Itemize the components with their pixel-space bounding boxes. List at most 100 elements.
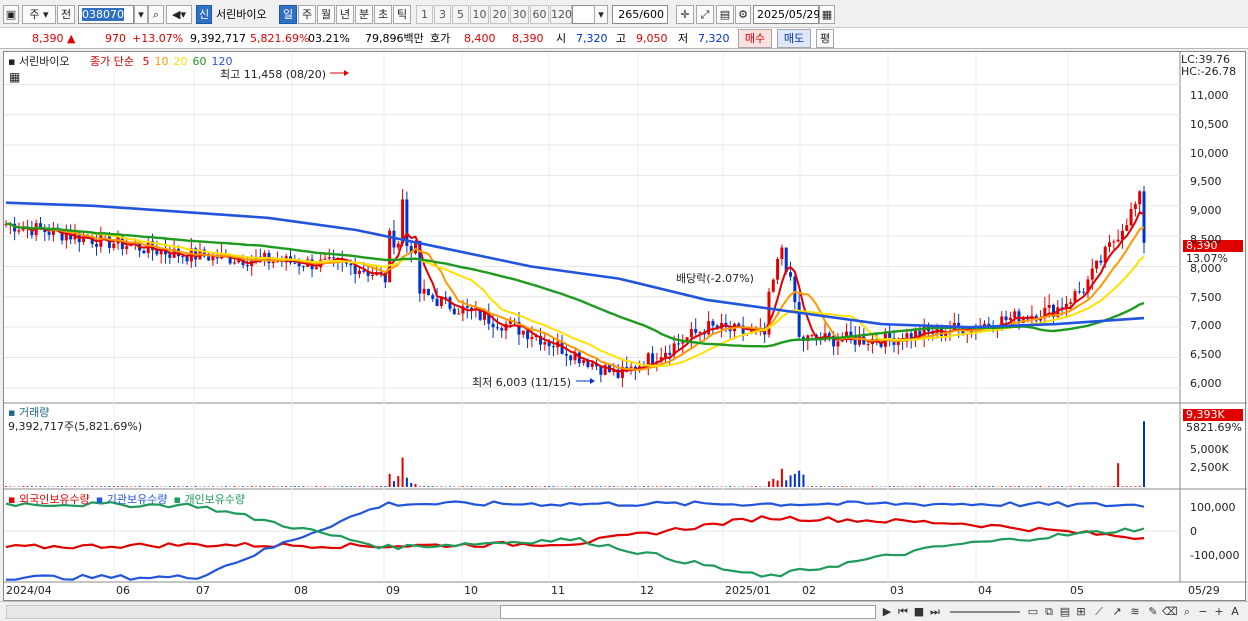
volume-bar <box>552 486 555 487</box>
volume-bar <box>272 486 275 487</box>
settings-icon[interactable]: ⚙ <box>735 5 751 24</box>
draw-icon[interactable]: ✎ <box>1146 605 1160 619</box>
scrollbar-thumb[interactable] <box>500 605 876 619</box>
volume-bar <box>970 486 973 487</box>
sound-icon[interactable]: ◀▾ <box>166 5 192 24</box>
interval-button[interactable]: 10 <box>470 5 489 24</box>
price-tick-label: 6,500 <box>1190 348 1222 362</box>
stop-icon[interactable]: ■ <box>912 605 926 619</box>
volume-bar <box>233 486 236 487</box>
candle-body <box>707 321 711 335</box>
candle-body <box>582 360 586 364</box>
volume-bar <box>134 486 137 487</box>
fibo-icon[interactable]: ≋ <box>1128 605 1142 619</box>
stock-name-label: 서린바이오 <box>18 55 70 68</box>
volume-bar <box>772 478 775 487</box>
prev-button[interactable]: 전 <box>57 5 75 24</box>
candle-body <box>689 329 693 338</box>
bottom-toolbar: ▶ ⏮ ■ ⏭ ▭ ⧉ ▤ ⊞ ⟋ ↗ ≋ ✎ ⌫ ⌕ − + A <box>0 601 1248 621</box>
volume-bar <box>414 484 417 487</box>
volume-bar <box>461 486 464 487</box>
scroll-right-icon[interactable]: ▶ <box>880 605 894 619</box>
period-label: 주 <box>29 8 40 21</box>
candle-body <box>353 265 357 274</box>
buy-button[interactable]: 매수 <box>738 29 772 48</box>
volume-bar <box>974 486 977 487</box>
period-button[interactable]: 초 <box>374 5 392 24</box>
chart-canvas[interactable] <box>4 52 1247 602</box>
copy-icon[interactable]: ⧉ <box>1042 605 1056 619</box>
interval-button[interactable]: 5 <box>452 5 469 24</box>
holdings-legend-item: 기관보유수량 <box>106 493 168 506</box>
period-button[interactable]: 년 <box>336 5 354 24</box>
trend-icon[interactable]: ⟋ <box>1092 605 1106 619</box>
volume-bar <box>173 486 176 487</box>
holdings-line <box>5 500 1145 581</box>
candle-body <box>1099 260 1103 263</box>
candle-body <box>1133 204 1137 209</box>
volume-bar <box>750 486 753 487</box>
candle-body <box>323 258 327 260</box>
code-input[interactable]: 038070 <box>78 5 134 24</box>
period-button[interactable]: 분 <box>355 5 373 24</box>
candle-body <box>789 272 793 277</box>
scroll-first-icon[interactable]: ⏮ <box>896 605 910 619</box>
period-button[interactable]: 월 <box>317 5 335 24</box>
interval-button[interactable]: 20 <box>490 5 509 24</box>
candle-body <box>681 342 685 344</box>
zoom-out-icon[interactable]: − <box>1196 605 1210 619</box>
candle-body <box>530 337 534 340</box>
candle-body <box>1108 242 1112 247</box>
volume-bar <box>1082 486 1085 487</box>
calendar-icon[interactable]: ▦ <box>819 5 835 24</box>
period-select[interactable]: 주 ▾ <box>22 5 56 24</box>
interval-button[interactable]: 30 <box>510 5 529 24</box>
split-icon[interactable]: ▤ <box>1058 605 1072 619</box>
save-icon[interactable]: ▤ <box>716 5 734 24</box>
zoom-slider[interactable] <box>950 611 1020 613</box>
window-icon[interactable]: ▭ <box>1026 605 1040 619</box>
count-input[interactable]: 265/600 <box>612 5 668 24</box>
volume-bar <box>61 486 64 487</box>
interval-button[interactable]: 1 <box>416 5 433 24</box>
volume-value-text: 9,392,717주(5,821.69%) <box>8 420 143 433</box>
scroll-last-icon[interactable]: ⏭ <box>928 605 942 619</box>
new-button[interactable]: 신 <box>196 5 212 24</box>
date-input[interactable]: 2025/05/29 <box>753 5 820 24</box>
period-button[interactable]: 틱 <box>393 5 411 24</box>
code-dropdown-icon[interactable]: ▾ <box>134 5 148 24</box>
candle-body <box>651 353 655 364</box>
chart-menu-icon[interactable]: ▣ <box>3 5 19 24</box>
volume-bar <box>957 486 960 487</box>
interval-button[interactable]: 60 <box>530 5 549 24</box>
volume-bar <box>595 486 598 487</box>
candle-body <box>457 313 461 315</box>
interval-dropdown-icon[interactable]: ▾ <box>594 5 608 24</box>
erase-icon[interactable]: ⌫ <box>1162 605 1178 619</box>
table-icon[interactable]: ▦ <box>9 70 20 84</box>
period-button[interactable]: 일 <box>279 5 297 24</box>
interval-button[interactable]: 120 <box>550 5 572 24</box>
compare-icon[interactable]: ⤢ <box>696 5 714 24</box>
text-tool-icon[interactable]: A <box>1228 605 1242 619</box>
period-button[interactable]: 주 <box>298 5 316 24</box>
line-icon[interactable]: ↗ <box>1110 605 1124 619</box>
chart-area[interactable]: ▪ 서린바이오 종가 단순 5 10 20 60 120 ▦ LC:39.76 HC:-… <box>3 51 1247 602</box>
zoom-search-icon[interactable]: ⌕ <box>1180 605 1194 619</box>
volume-bar <box>147 486 150 487</box>
sell-button[interactable]: 매도 <box>777 29 811 48</box>
eval-button[interactable]: 평 <box>816 29 834 48</box>
volume-bar <box>1130 486 1133 487</box>
volume-bar <box>431 486 434 487</box>
volume-bar <box>43 486 46 487</box>
zoom-in-icon[interactable]: + <box>1212 605 1226 619</box>
grid-icon[interactable]: ⊞ <box>1074 605 1088 619</box>
search-icon[interactable]: ⌕ <box>148 5 164 24</box>
crosshair-icon[interactable]: ✛ <box>676 5 694 24</box>
price-tick-label: 7,500 <box>1190 290 1222 304</box>
candle-body <box>332 257 336 259</box>
volume-bar <box>651 486 654 487</box>
volume-bar <box>530 486 533 487</box>
interval-button[interactable]: 3 <box>434 5 451 24</box>
turnover: 03.21% <box>308 32 350 45</box>
